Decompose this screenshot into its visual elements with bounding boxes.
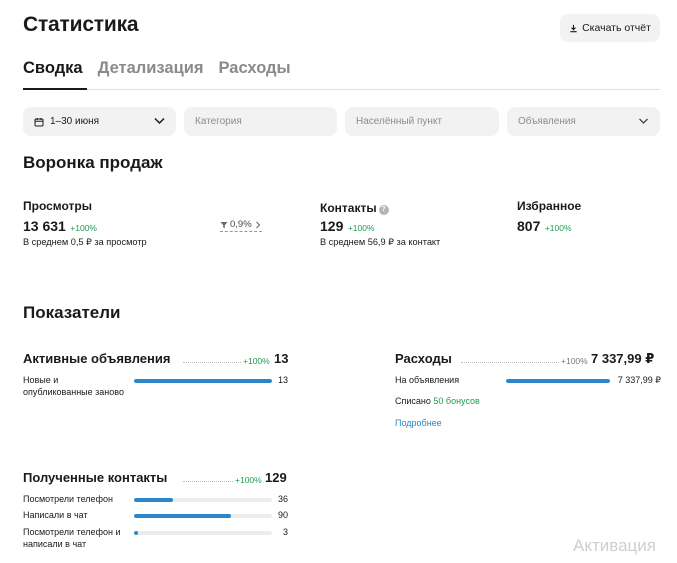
tab-details[interactable]: Детализация — [98, 59, 204, 78]
both-bar-fill — [134, 531, 139, 535]
contacts-delta: +100% — [347, 223, 375, 233]
active-ads-delta: +100% — [243, 356, 270, 366]
date-range-select[interactable]: 1–30 июня — [23, 107, 176, 136]
views-metric: 13 631 +100% — [23, 218, 97, 236]
locality-input[interactable]: Населённый пункт — [345, 107, 499, 136]
viewed-phone-bar-fill — [134, 498, 173, 502]
help-icon[interactable]: ? — [378, 205, 389, 215]
leader-dots — [461, 362, 559, 363]
ads-expense-value: 7 337,99 ₽ — [617, 375, 661, 385]
wrote-chat-bar-fill — [134, 514, 231, 518]
download-label: Скачать отчёт — [582, 22, 651, 34]
active-ads-label: Активные объявления — [23, 351, 171, 366]
ads-expense-bar — [506, 379, 610, 383]
expenses-value: 7 337,99 ₽ — [591, 351, 655, 366]
contacts-note: В среднем 56,9 ₽ за контакт — [320, 237, 441, 247]
chevron-right-icon — [255, 221, 260, 228]
favorites-metric: 807 +100% — [517, 218, 572, 236]
calendar-icon — [34, 117, 44, 126]
ads-select-value: Объявления — [518, 116, 576, 127]
ads-select[interactable]: Объявления — [507, 107, 660, 136]
wrote-chat-bar — [134, 514, 272, 518]
wrote-chat-value: 90 — [277, 510, 288, 520]
download-report-button[interactable]: Скачать отчёт — [560, 14, 660, 42]
tabs-divider — [23, 89, 660, 90]
wrote-chat-label: Написали в чат — [23, 510, 88, 520]
received-contacts-label: Полученные контакты — [23, 470, 168, 485]
written-off-row: Списано 50 бонусов — [395, 396, 480, 408]
funnel-icon — [220, 221, 228, 228]
conversion-link[interactable]: 0,9% — [220, 219, 262, 232]
favorites-delta: +100% — [544, 223, 572, 233]
tab-bar: Сводка Детализация Расходы — [23, 59, 291, 78]
active-tab-indicator — [23, 88, 87, 90]
contacts-label-row: Контакты? — [320, 199, 389, 217]
contacts-value: 129 — [320, 218, 344, 234]
both-label: Посмотрели телефон и написали в чат — [23, 527, 121, 549]
bonus-value: 50 бонусов — [433, 396, 480, 406]
category-placeholder: Категория — [195, 116, 242, 127]
contacts-metric: 129 +100% — [320, 218, 375, 236]
received-contacts-value: 129 — [265, 470, 287, 485]
activation-watermark: Активация — [573, 536, 656, 555]
viewed-phone-label: Посмотрели телефон — [23, 494, 113, 504]
favorites-label: Избранное — [517, 199, 582, 213]
views-value: 13 631 — [23, 218, 66, 234]
chevron-down-icon — [639, 118, 648, 124]
leader-dots — [183, 481, 233, 482]
viewed-phone-value: 36 — [277, 494, 288, 504]
both-value: 3 — [282, 527, 288, 537]
category-input[interactable]: Категория — [184, 107, 337, 136]
received-contacts-delta: +100% — [235, 475, 262, 485]
expenses-delta: +100% — [561, 356, 588, 366]
contacts-label: Контакты — [320, 201, 377, 215]
conversion-value: 0,9% — [230, 219, 252, 230]
download-icon — [570, 24, 577, 32]
views-label: Просмотры — [23, 199, 93, 213]
page-title: Статистика — [23, 13, 139, 36]
views-delta: +100% — [70, 223, 97, 233]
locality-placeholder: Населённый пункт — [356, 116, 443, 127]
both-bar — [134, 531, 272, 535]
active-ads-value: 13 — [274, 351, 289, 366]
chevron-down-icon — [154, 117, 165, 125]
tab-expenses[interactable]: Расходы — [219, 59, 291, 78]
expenses-label: Расходы — [395, 351, 452, 366]
favorites-value: 807 — [517, 218, 541, 234]
new-ads-bar-fill — [134, 379, 272, 383]
views-note: В среднем 0,5 ₽ за просмотр — [23, 237, 147, 247]
ads-expense-label: На объявления — [395, 375, 460, 385]
tab-summary[interactable]: Сводка — [23, 59, 83, 78]
more-details-link[interactable]: Подробнее — [395, 418, 442, 428]
viewed-phone-bar — [134, 498, 272, 502]
new-ads-value: 13 — [277, 375, 288, 385]
ads-expense-bar-fill — [506, 379, 610, 383]
indicators-title: Показатели — [23, 303, 121, 322]
new-ads-bar — [134, 379, 272, 383]
funnel-title: Воронка продаж — [23, 153, 163, 172]
date-range-value: 1–30 июня — [50, 116, 100, 127]
leader-dots — [183, 362, 241, 363]
written-off-label: Списано — [395, 396, 431, 406]
new-ads-label: Новые и опубликованные заново — [23, 375, 124, 397]
